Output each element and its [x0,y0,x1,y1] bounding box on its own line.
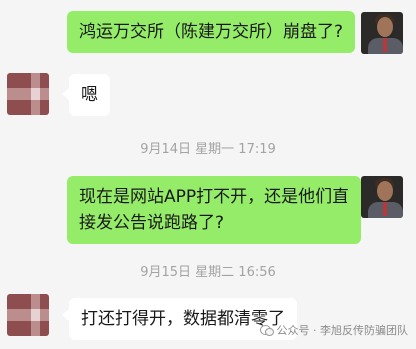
message-text: 鸿运万交所（陈建万交所）崩盘了? [79,22,344,42]
bubble-tail [62,309,69,321]
message-text: 打还打得开，数据都清零了 [81,309,285,329]
message-bubble-outgoing[interactable]: 现在是网站APP打不开，还是他们直 接发公告说跑路了? [67,176,362,244]
watermark: 公众号 · 李旭反传防骗团队 [259,322,409,338]
user-avatar[interactable] [361,12,403,54]
message-text: 嗯 [81,85,98,105]
message-text: 接发公告说跑路了? [79,213,225,233]
contact-avatar[interactable] [7,73,49,115]
user-avatar[interactable] [361,176,403,218]
wechat-icon [259,324,274,336]
message-timestamp: 9月14日 星期一 17:19 [140,142,276,157]
message-bubble-incoming[interactable]: 嗯 [69,74,110,116]
message-timestamp: 9月15日 星期二 16:56 [140,265,276,280]
bubble-tail [347,27,354,39]
bubble-tail [62,88,69,100]
contact-avatar[interactable] [7,294,49,336]
message-bubble-outgoing[interactable]: 鸿运万交所（陈建万交所）崩盘了? [67,11,356,53]
watermark-text: 公众号 · 李旭反传防骗团队 [276,324,409,337]
bubble-tail [347,192,354,204]
message-text: 现在是网站APP打不开，还是他们直 [79,187,350,207]
